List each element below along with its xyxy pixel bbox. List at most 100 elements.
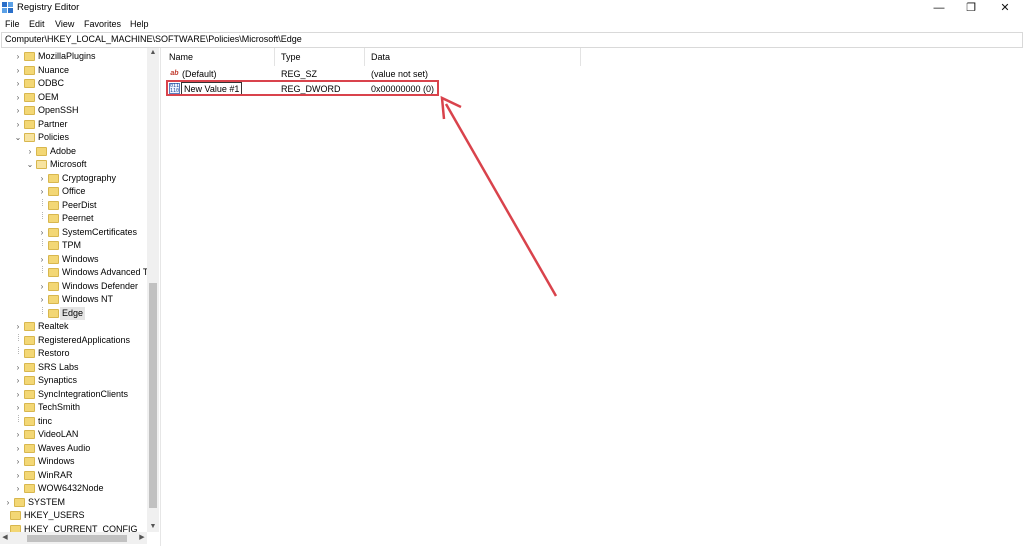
- folder-icon: [48, 308, 59, 318]
- folder-icon: [24, 376, 35, 385]
- tree-item-cryptography[interactable]: › Cryptography: [0, 172, 160, 185]
- value-name: (Default): [182, 69, 217, 79]
- menu-file[interactable]: File: [5, 19, 20, 29]
- tree-item-tinc[interactable]: tinc: [0, 414, 160, 428]
- chevron-right-icon[interactable]: ›: [38, 185, 46, 198]
- window-title: Registry Editor: [17, 2, 80, 13]
- tree-item-realtek[interactable]: › Realtek: [0, 320, 160, 333]
- tree-item-restoro[interactable]: Restoro: [0, 347, 160, 360]
- tree-horizontal-scrollbar[interactable]: ◀ ▶: [0, 532, 147, 544]
- tree-item-srs-labs[interactable]: › SRS Labs: [0, 361, 160, 374]
- menu-favorites[interactable]: Favorites: [84, 19, 121, 29]
- chevron-right-icon[interactable]: ›: [14, 118, 22, 131]
- tree-item-nuance[interactable]: › Nuance: [0, 64, 160, 77]
- tree-item-microsoft[interactable]: ⌄ Microsoft: [0, 158, 160, 171]
- tree-item-label: Waves Audio: [38, 442, 91, 453]
- tree-item-label: Edge: [60, 306, 86, 320]
- chevron-right-icon[interactable]: ›: [14, 482, 22, 495]
- folder-open-icon: [36, 160, 47, 169]
- tree-vertical-scrollbar[interactable]: ▲ ▼: [147, 48, 159, 532]
- tree-item-winrar[interactable]: › WinRAR: [0, 469, 160, 482]
- tree-hscroll-thumb[interactable]: [27, 535, 127, 542]
- restore-button[interactable]: ❐: [956, 0, 986, 17]
- scroll-up-icon[interactable]: ▲: [147, 48, 159, 58]
- chevron-right-icon[interactable]: ›: [14, 401, 22, 414]
- tree-item-wow6432node[interactable]: › WOW6432Node: [0, 482, 160, 495]
- chevron-down-icon[interactable]: ⌄: [14, 131, 22, 144]
- chevron-right-icon[interactable]: ›: [38, 280, 46, 293]
- folder-icon: [14, 497, 25, 507]
- menu-edit[interactable]: Edit: [29, 19, 45, 29]
- tree-item-oem[interactable]: › OEM: [0, 91, 160, 104]
- tree-item-hkey-users[interactable]: HKEY_USERS: [0, 509, 160, 522]
- tree-item-windows-nt[interactable]: › Windows NT: [0, 293, 160, 306]
- chevron-right-icon[interactable]: ›: [14, 104, 22, 117]
- scroll-left-icon[interactable]: ◀: [0, 532, 10, 544]
- tree-item-label: SRS Labs: [38, 361, 79, 372]
- menu-help[interactable]: Help: [130, 19, 149, 29]
- tree-item-techsmith[interactable]: › TechSmith: [0, 401, 160, 414]
- tree-item-policies[interactable]: ⌄ Policies: [0, 131, 160, 144]
- chevron-right-icon[interactable]: ›: [14, 469, 22, 482]
- column-name-header[interactable]: Name: [163, 48, 275, 66]
- folder-icon: [48, 200, 59, 210]
- chevron-right-icon[interactable]: ›: [14, 361, 22, 374]
- tree-item-edge[interactable]: Edge: [0, 306, 160, 320]
- chevron-down-icon[interactable]: ⌄: [26, 158, 34, 171]
- chevron-right-icon[interactable]: ›: [14, 91, 22, 104]
- chevron-right-icon[interactable]: ›: [14, 428, 22, 441]
- chevron-right-icon[interactable]: ›: [14, 50, 22, 63]
- tree-item-openssh[interactable]: › OpenSSH: [0, 104, 160, 117]
- folder-icon: [24, 349, 35, 358]
- tree-item-windows[interactable]: › Windows: [0, 455, 160, 468]
- chevron-right-icon[interactable]: ›: [14, 77, 22, 90]
- folder-icon: [24, 403, 35, 412]
- close-button[interactable]: ✕: [990, 0, 1020, 17]
- chevron-right-icon[interactable]: ›: [26, 145, 34, 158]
- chevron-right-icon[interactable]: ›: [38, 253, 46, 266]
- tree-item-windows-defender[interactable]: › Windows Defender: [0, 280, 160, 293]
- tree-item-label: Synaptics: [38, 375, 78, 385]
- scroll-down-icon[interactable]: ▼: [147, 522, 159, 532]
- tree-scroll-thumb[interactable]: [149, 283, 157, 508]
- chevron-right-icon[interactable]: ›: [14, 455, 22, 468]
- chevron-right-icon[interactable]: ›: [14, 388, 22, 401]
- tree-item-peernet[interactable]: Peernet: [0, 212, 160, 225]
- tree-item-peerdist[interactable]: PeerDist: [0, 198, 160, 212]
- scroll-right-icon[interactable]: ▶: [137, 532, 147, 544]
- chevron-right-icon[interactable]: ›: [38, 293, 46, 306]
- tree-item-odbc[interactable]: › ODBC: [0, 77, 160, 90]
- tree-item-tpm[interactable]: TPM: [0, 239, 160, 252]
- tree-item-windows-advanced-t[interactable]: Windows Advanced T: [0, 266, 160, 279]
- tree-item-office[interactable]: › Office: [0, 185, 160, 198]
- column-type-header[interactable]: Type: [275, 48, 365, 66]
- minimize-button[interactable]: —: [924, 0, 954, 17]
- chevron-right-icon[interactable]: ›: [14, 374, 22, 387]
- address-bar[interactable]: Computer\HKEY_LOCAL_MACHINE\SOFTWARE\Pol…: [1, 32, 1023, 48]
- values-list[interactable]: Name Type Data ab (Default) REG_SZ (valu…: [163, 48, 1023, 546]
- chevron-right-icon[interactable]: ›: [38, 226, 46, 239]
- tree-item-registeredapplications[interactable]: RegisteredApplications: [0, 333, 160, 347]
- tree-item-synaptics[interactable]: › Synaptics: [0, 374, 160, 387]
- registry-tree[interactable]: › MozillaPlugins › Nuance › ODBC › OEM › OpenSSH ›…: [0, 48, 161, 546]
- chevron-right-icon[interactable]: ›: [14, 320, 22, 333]
- value-row-default[interactable]: ab (Default) REG_SZ (value not set): [163, 67, 763, 81]
- tree-item-label: TechSmith: [38, 402, 81, 412]
- chevron-right-icon[interactable]: ›: [14, 64, 22, 77]
- tree-item-partner[interactable]: › Partner: [0, 118, 160, 131]
- tree-item-videolan[interactable]: › VideoLAN: [0, 428, 160, 441]
- tree-item-syncintegrationclients[interactable]: › SyncIntegrationClients: [0, 388, 160, 401]
- tree-item-adobe[interactable]: › Adobe: [0, 145, 160, 158]
- tree-connector: [18, 414, 19, 422]
- tree-item-system[interactable]: › SYSTEM: [0, 496, 160, 509]
- column-data-header[interactable]: Data: [365, 48, 581, 66]
- chevron-right-icon[interactable]: ›: [38, 172, 46, 185]
- tree-item-mozillaplugins[interactable]: › MozillaPlugins: [0, 50, 160, 63]
- tree-item-waves-audio[interactable]: › Waves Audio: [0, 442, 160, 455]
- string-value-icon: ab: [170, 70, 179, 77]
- tree-item-systemcertificates[interactable]: › SystemCertificates: [0, 226, 160, 239]
- tree-item-windows[interactable]: › Windows: [0, 253, 160, 266]
- menu-view[interactable]: View: [55, 19, 74, 29]
- chevron-right-icon[interactable]: ›: [14, 442, 22, 455]
- chevron-right-icon[interactable]: ›: [4, 496, 12, 509]
